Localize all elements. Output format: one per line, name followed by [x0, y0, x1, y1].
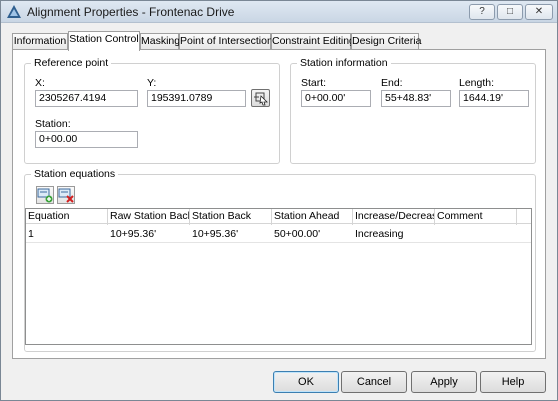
length-field: 1644.19' [459, 90, 529, 107]
civil3d-app-icon [7, 5, 21, 18]
end-field: 55+48.83' [381, 90, 451, 107]
column-header-increase-decrease[interactable]: Increase/Decrease [353, 209, 435, 224]
column-divider [271, 209, 272, 225]
cell-station-ahead[interactable]: 50+00.00' [272, 227, 353, 242]
station-equations-table[interactable]: Equation Raw Station Back Station Back S… [25, 208, 532, 345]
table-header: Equation Raw Station Back Station Back S… [26, 209, 531, 225]
reference-point-label: Reference point [31, 57, 112, 69]
pick-point-button[interactable] [251, 89, 270, 107]
column-header-station-ahead[interactable]: Station Ahead [272, 209, 353, 224]
title-bar[interactable]: Alignment Properties - Frontenac Drive ?… [1, 1, 557, 23]
cell-raw-station-back[interactable]: 10+95.36' [108, 227, 190, 242]
tab-design-criteria[interactable]: Design Criteria [351, 33, 421, 50]
cell-comment[interactable] [435, 227, 531, 242]
end-label: End: [381, 77, 403, 89]
column-divider [352, 209, 353, 225]
tab-point-of-intersection[interactable]: Point of Intersection [179, 33, 273, 50]
help-button[interactable]: Help [480, 371, 546, 393]
ok-button[interactable]: OK [273, 371, 339, 393]
column-divider [189, 209, 190, 225]
length-label: Length: [459, 77, 495, 89]
reference-point-group: Reference point X: 2305267.4194 Y: 19539… [24, 57, 280, 164]
column-divider [107, 209, 108, 225]
cell-increase-decrease[interactable]: Increasing [353, 227, 435, 242]
help-title-button[interactable]: ? [469, 4, 495, 20]
tab-information[interactable]: Information [12, 33, 68, 50]
tab-constraint-editing[interactable]: Constraint Editing [271, 33, 355, 50]
close-button[interactable]: ✕ [525, 4, 553, 20]
column-header-equation[interactable]: Equation [26, 209, 108, 224]
column-header-raw-station-back[interactable]: Raw Station Back [108, 209, 190, 224]
apply-button[interactable]: Apply [411, 371, 477, 393]
pick-point-icon [254, 92, 268, 106]
y-field[interactable]: 195391.0789 [147, 90, 246, 107]
delete-equation-button[interactable] [57, 186, 75, 204]
add-equation-button[interactable] [36, 186, 54, 204]
cancel-button[interactable]: Cancel [341, 371, 407, 393]
start-field: 0+00.00' [301, 90, 371, 107]
station-equations-label: Station equations [31, 168, 119, 180]
tab-station-control[interactable]: Station Control [68, 31, 140, 51]
tab-page-station-control: Reference point X: 2305267.4194 Y: 19539… [12, 49, 546, 359]
tab-masking[interactable]: Masking [140, 33, 180, 50]
delete-equation-icon [58, 188, 74, 203]
column-header-station-back[interactable]: Station Back [190, 209, 272, 224]
y-label: Y: [147, 77, 157, 89]
column-divider [516, 209, 517, 225]
column-divider [434, 209, 435, 225]
station-information-label: Station information [297, 57, 391, 69]
dialog-window: Alignment Properties - Frontenac Drive ?… [0, 0, 558, 401]
station-information-group: Station information Start: 0+00.00' End:… [290, 57, 536, 164]
window-title: Alignment Properties - Frontenac Drive [27, 5, 235, 19]
start-label: Start: [301, 77, 327, 89]
add-equation-icon [37, 188, 53, 203]
cell-equation[interactable]: 1 [26, 227, 108, 242]
cell-station-back[interactable]: 10+95.36' [190, 227, 272, 242]
column-header-comment[interactable]: Comment [435, 209, 531, 224]
x-label: X: [35, 77, 45, 89]
x-field[interactable]: 2305267.4194 [35, 90, 138, 107]
station-field[interactable]: 0+00.00 [35, 131, 138, 148]
restore-button[interactable]: □ [497, 4, 523, 20]
station-label: Station: [35, 118, 71, 130]
table-row[interactable]: 1 10+95.36' 10+95.36' 50+00.00' Increasi… [26, 227, 531, 243]
